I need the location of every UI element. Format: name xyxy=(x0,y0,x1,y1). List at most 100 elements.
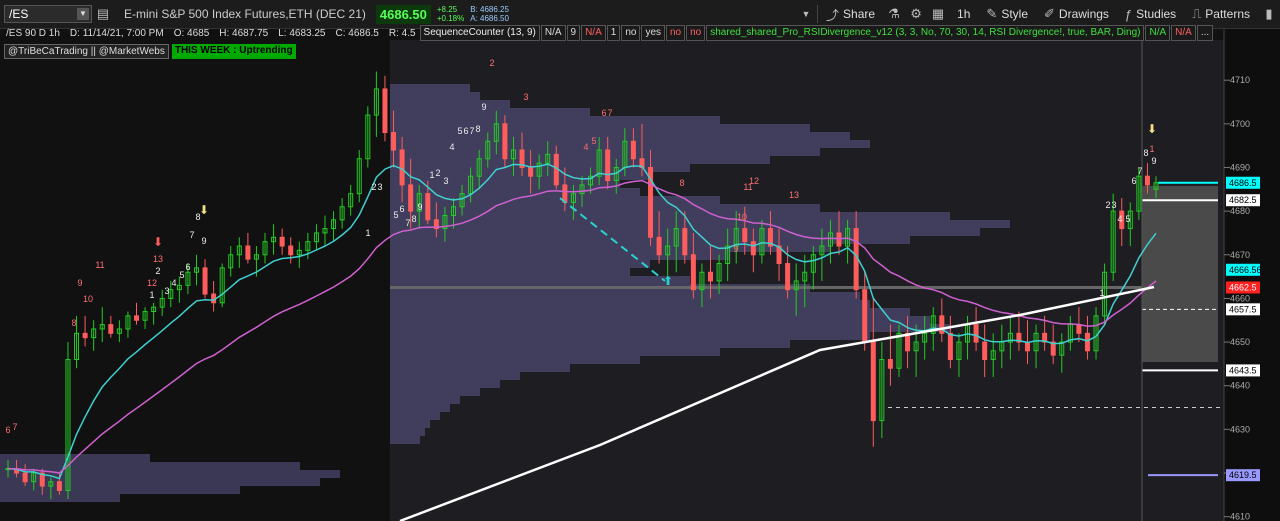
patterns-label: Patterns xyxy=(1205,7,1250,21)
drawings-button[interactable]: ✐ Drawings xyxy=(1036,6,1117,22)
volume-profile-bar xyxy=(390,268,630,276)
sequence-count-label: 4 xyxy=(1117,214,1122,224)
share-icon: ⤴ xyxy=(826,7,840,23)
timeframe-button[interactable]: 1h xyxy=(949,7,978,21)
sequence-count-label: 6 xyxy=(399,204,404,214)
sequence-count-label: 2 xyxy=(435,168,440,178)
candle-body xyxy=(528,166,534,177)
study-values-bar: /ES 90 D 1h D: 11/14/21, 7:00 PM O: 4685… xyxy=(0,24,1214,42)
sequence-count-label: 9 xyxy=(417,202,422,212)
price-tag-label: 4643.5 xyxy=(1229,365,1257,375)
sequence-count-label: 9 xyxy=(1151,156,1156,166)
y-tick-label: 4640 xyxy=(1230,381,1250,391)
study-value: no xyxy=(686,25,706,41)
chart-labels: @TriBeCaTrading || @MarketWebs THIS WEEK… xyxy=(4,44,296,59)
style-label: Style xyxy=(1001,7,1028,21)
sequence-count-label: 2 xyxy=(371,182,376,192)
price-tag: 4619.5 xyxy=(1226,469,1260,482)
volume-profile-bar xyxy=(390,396,460,404)
y-tick-label: 4680 xyxy=(1230,206,1250,216)
sequence-count-label: 9 xyxy=(77,278,82,288)
candle-body xyxy=(1144,175,1150,186)
candle-body xyxy=(399,149,405,186)
volume-profile-bar xyxy=(390,372,520,380)
y-tick-label: 4690 xyxy=(1230,162,1250,172)
volume-profile-bar xyxy=(390,260,650,268)
sequence-count-label: 11 xyxy=(95,260,104,270)
more-options-icon[interactable]: ▮ xyxy=(1258,6,1280,22)
bar-range: R: 4.5 xyxy=(388,27,416,39)
sequence-count-label: 9 xyxy=(733,244,738,254)
sequence-count-label: 8 xyxy=(1143,148,1148,158)
volume-profile-bar xyxy=(0,462,300,470)
drawings-icon: ✐ xyxy=(1044,6,1055,21)
sequence-counter-study[interactable]: SequenceCounter (13, 9) xyxy=(419,25,540,41)
volume-profile-bar xyxy=(390,252,730,260)
study-value: no xyxy=(666,25,686,41)
sequence-count-label: 6 xyxy=(463,126,468,136)
sequence-count-label: 7 xyxy=(469,126,474,136)
study-value: N/A xyxy=(581,25,606,41)
volume-profile-bar xyxy=(390,300,870,308)
candle-body xyxy=(742,228,748,243)
studies-icon: ƒ xyxy=(1124,6,1133,22)
volume-profile-bar xyxy=(390,380,500,388)
studies-button[interactable]: ƒ Studies xyxy=(1117,7,1184,22)
grid-icon[interactable]: ▦ xyxy=(927,6,949,22)
volume-profile-bar xyxy=(390,316,930,324)
candle-body xyxy=(785,262,791,291)
symbol-selector[interactable]: /ES ▼ xyxy=(4,5,92,23)
style-button[interactable]: ✎ Style xyxy=(978,6,1036,22)
sequence-count-label: 5 xyxy=(393,210,398,220)
patterns-button[interactable]: ⎍ Patterns xyxy=(1184,6,1258,22)
bid-price: B: 4686.25 xyxy=(470,5,509,14)
study-more[interactable]: ... xyxy=(1196,25,1214,41)
net-change: +8.25 xyxy=(436,5,458,14)
price-tag: 4666.56 xyxy=(1226,263,1262,276)
bar-close: C: 4686.5 xyxy=(335,27,379,39)
sequence-count-label: 6 xyxy=(1131,176,1136,186)
up-arrow-icon: ⬆ xyxy=(663,274,673,288)
sequence-count-label: 9 xyxy=(481,102,486,112)
candle-body xyxy=(245,245,251,260)
candle-body xyxy=(56,481,62,491)
flask-icon[interactable]: ⚗ xyxy=(883,6,905,22)
volume-profile-bar xyxy=(390,388,480,396)
sequence-count-label: 7 xyxy=(405,218,410,228)
handles-label: @TriBeCaTrading || @MarketWebs xyxy=(4,44,169,59)
sequence-count-label: 8 xyxy=(195,212,200,222)
share-button[interactable]: ⤴ Share xyxy=(818,5,883,24)
price-tag-label: 4686.5 xyxy=(1229,178,1257,188)
candle-body xyxy=(202,267,208,295)
sequence-count-label: 8 xyxy=(475,124,480,134)
bar-open: O: 4685 xyxy=(173,27,210,39)
volume-profile-bar xyxy=(0,494,120,502)
volume-profile-bar xyxy=(390,332,870,340)
bar-high: H: 4687.75 xyxy=(219,27,269,39)
chevron-down-icon[interactable]: ▼ xyxy=(77,8,89,20)
sequence-count-label: 8 xyxy=(679,178,684,188)
studies-label: Studies xyxy=(1136,7,1177,21)
study-value: 1 xyxy=(606,25,621,41)
sequence-count-label: 7 xyxy=(1137,166,1142,176)
volume-profile-bar xyxy=(390,220,1010,228)
volume-profile-bar xyxy=(390,404,450,412)
sequence-count-label: 2 xyxy=(155,266,160,276)
volume-profile-bar xyxy=(390,156,770,164)
tools-icon[interactable]: ⚙ xyxy=(905,6,927,22)
volume-profile-bar xyxy=(390,196,720,204)
sequence-count-label: 1 xyxy=(149,290,154,300)
sequence-count-label: 2 xyxy=(489,58,494,68)
candle-body xyxy=(982,341,988,361)
bar-low: L: 4683.25 xyxy=(278,27,326,39)
sequence-count-label: 4 xyxy=(449,142,454,152)
patterns-icon: ⎍ xyxy=(1192,6,1202,21)
down-arrow-icon: ⬇ xyxy=(153,235,163,249)
dropdown-arrow-icon[interactable]: ▼ xyxy=(795,9,817,19)
volume-profile-bar xyxy=(390,276,690,284)
price-chart[interactable]: 4710470046904680467046604650464046304620… xyxy=(0,0,1280,521)
sequence-count-label: 4 xyxy=(583,142,588,152)
price-tag-label: 4619.5 xyxy=(1229,470,1257,480)
symbol-menu-icon[interactable]: ▤ xyxy=(92,6,114,22)
rsi-divergence-study[interactable]: shared_shared_Pro_RSIDivergence_v12 (3, … xyxy=(706,25,1145,41)
